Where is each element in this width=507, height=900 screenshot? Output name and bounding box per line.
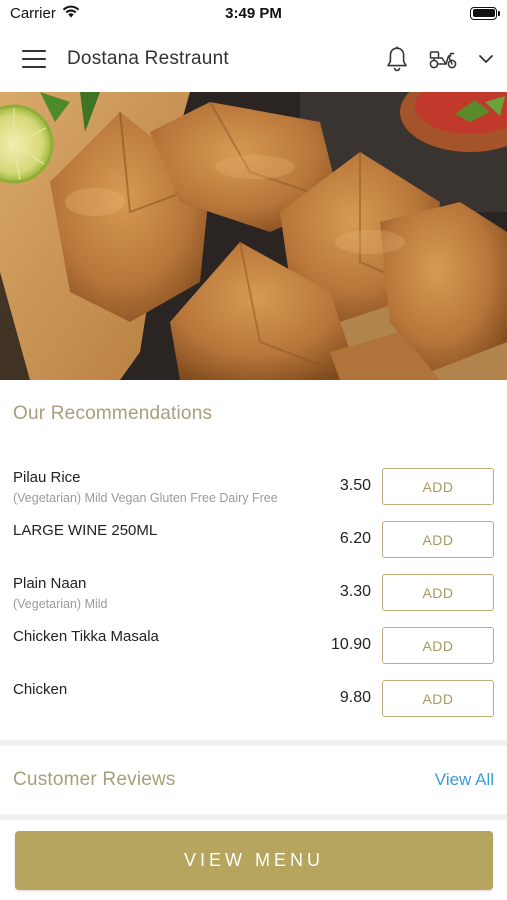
carrier-label: Carrier: [10, 4, 56, 22]
recommendations-title: Our Recommendations: [13, 403, 213, 424]
item-name: Chicken: [13, 681, 68, 698]
item-description: (Vegetarian) Mild Vegan Gluten Free Dair…: [13, 491, 278, 505]
item-name: Plain Naan: [13, 575, 87, 592]
item-name: Pilau Rice: [13, 469, 81, 486]
list-item: LARGE WINE 250ML 6.20 ADD: [0, 518, 507, 571]
battery-icon: [470, 6, 500, 20]
list-item: Plain Naan (Vegetarian) Mild 3.30 ADD: [0, 571, 507, 624]
item-name: Chicken Tikka Masala: [13, 628, 159, 645]
wifi-icon: [62, 5, 80, 22]
restaurant-title: Dostana Restraunt: [67, 48, 229, 69]
add-button[interactable]: ADD: [382, 521, 494, 558]
chevron-down-icon[interactable]: [478, 54, 494, 64]
app-header: Dostana Restraunt: [0, 26, 507, 92]
list-item: Pilau Rice (Vegetarian) Mild Vegan Glute…: [0, 465, 507, 518]
add-button[interactable]: ADD: [382, 627, 494, 664]
scooter-icon[interactable]: [428, 48, 458, 70]
view-all-link[interactable]: View All: [435, 770, 494, 790]
item-price: 6.20: [339, 530, 371, 547]
reviews-title: Customer Reviews: [13, 769, 176, 790]
item-price: 3.30: [339, 583, 371, 600]
bell-icon[interactable]: [386, 46, 408, 72]
hero-image: [0, 92, 507, 380]
reviews-header: Customer Reviews View All: [0, 746, 507, 814]
header-actions: [386, 46, 494, 72]
item-price: 9.80: [339, 689, 371, 706]
item-price: 10.90: [330, 636, 371, 653]
add-button[interactable]: ADD: [382, 574, 494, 611]
list-item: Chicken Tikka Masala 10.90 ADD: [0, 624, 507, 677]
menu-icon[interactable]: [22, 50, 46, 68]
add-button[interactable]: ADD: [382, 680, 494, 717]
item-price: 3.50: [339, 477, 371, 494]
recommendations-list: Pilau Rice (Vegetarian) Mild Vegan Glute…: [0, 465, 507, 730]
item-name: LARGE WINE 250ML: [13, 522, 158, 539]
status-bar: Carrier 3:49 PM: [0, 0, 507, 26]
bottom-bar: VIEW MENU: [0, 820, 507, 900]
list-item: Chicken 9.80 ADD: [0, 677, 507, 730]
view-menu-button[interactable]: VIEW MENU: [15, 831, 493, 890]
item-description: (Vegetarian) Mild: [13, 597, 108, 611]
status-left: Carrier: [10, 5, 80, 22]
battery-fill: [472, 9, 495, 17]
add-button[interactable]: ADD: [382, 468, 494, 505]
